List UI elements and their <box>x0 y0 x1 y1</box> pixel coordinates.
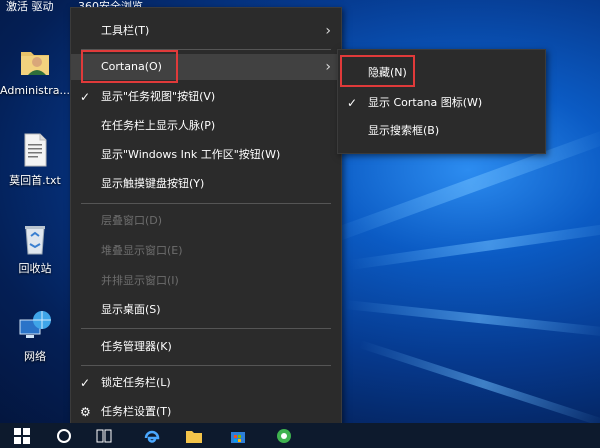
menu-item-label: 显示搜索框(B) <box>368 124 440 137</box>
desktop-label-driver[interactable]: 激活 驱动 <box>6 0 54 14</box>
folder-icon <box>186 430 202 443</box>
desktop-icon-user-folder[interactable]: Administra... <box>0 44 70 97</box>
menu-item-show-task-view-button[interactable]: ✓ 显示"任务视图"按钮(V) <box>71 84 341 110</box>
menu-item-lock-taskbar[interactable]: ✓ 锁定任务栏(L) <box>71 370 341 396</box>
taskbar-app-explorer[interactable] <box>180 423 208 448</box>
menu-item-show-people[interactable]: 在任务栏上显示人脉(P) <box>71 113 341 139</box>
menu-item-label: 显示触摸键盘按钮(Y) <box>101 177 205 190</box>
menu-item-label: 显示 Cortana 图标(W) <box>368 96 483 109</box>
desktop-icon-network[interactable]: 网络 <box>0 308 70 364</box>
task-view-icon <box>96 429 112 442</box>
menu-item-stack-windows: 堆叠显示窗口(E) <box>71 238 341 264</box>
menu-separator <box>81 203 331 204</box>
menu-item-label: 在任务栏上显示人脉(P) <box>101 119 216 132</box>
checkmark-icon: ✓ <box>80 376 91 390</box>
desktop-icon-label: Administra... <box>0 84 70 97</box>
start-button[interactable] <box>8 423 36 448</box>
task-view-button[interactable] <box>90 423 118 448</box>
desktop-icon-label: 回收站 <box>18 262 52 275</box>
menu-item-cascade-windows: 层叠窗口(D) <box>71 208 341 234</box>
chevron-right-icon: › <box>325 59 331 75</box>
chevron-right-icon: › <box>325 23 331 39</box>
annotation-highlight-hide <box>340 55 415 87</box>
menu-item-label: 工具栏(T) <box>101 24 150 37</box>
taskbar-app-360[interactable] <box>270 423 298 448</box>
cortana-circle-icon <box>57 428 71 443</box>
recycle-bin-icon <box>17 220 53 256</box>
menu-item-label: 显示桌面(S) <box>101 303 161 316</box>
wallpaper-light-beam <box>344 300 600 338</box>
desktop-icon-recycle-bin[interactable]: 回收站 <box>0 220 70 276</box>
checkmark-icon: ✓ <box>347 96 358 110</box>
desktop-icon-label: 网络 <box>24 350 46 363</box>
menu-item-task-manager[interactable]: 任务管理器(K) <box>71 334 341 360</box>
desktop-icon-label: 莫回首.txt <box>9 174 61 187</box>
menu-item-toolbars[interactable]: 工具栏(T) › <box>71 18 341 44</box>
menu-item-label: 显示"任务视图"按钮(V) <box>101 90 216 103</box>
edge-icon <box>144 430 160 443</box>
menu-item-side-by-side: 并排显示窗口(I) <box>71 268 341 294</box>
store-icon <box>231 431 245 443</box>
menu-item-show-windows-ink[interactable]: 显示"Windows Ink 工作区"按钮(W) <box>71 142 341 168</box>
menu-item-taskbar-settings[interactable]: ⚙ 任务栏设置(T) <box>71 399 341 425</box>
taskbar[interactable] <box>0 423 600 448</box>
gear-icon: ⚙ <box>80 405 91 419</box>
browser-360-icon <box>277 428 291 443</box>
menu-item-show-touch-keyboard[interactable]: 显示触摸键盘按钮(Y) <box>71 171 341 197</box>
wallpaper-light-beam <box>358 340 600 429</box>
menu-separator <box>81 328 331 329</box>
submenu-item-show-search-box[interactable]: 显示搜索框(B) <box>338 118 545 144</box>
cortana-button[interactable] <box>50 423 78 448</box>
taskbar-app-store[interactable] <box>224 423 252 448</box>
text-file-icon <box>17 132 53 168</box>
menu-item-label: 锁定任务栏(L) <box>101 376 171 389</box>
menu-item-show-desktop[interactable]: 显示桌面(S) <box>71 297 341 323</box>
menu-item-label: 并排显示窗口(I) <box>101 274 179 287</box>
desktop-icon-text-file[interactable]: 莫回首.txt <box>0 132 70 188</box>
windows-logo-icon <box>14 427 30 444</box>
menu-item-label: 任务栏设置(T) <box>101 405 172 418</box>
menu-item-label: 层叠窗口(D) <box>101 214 163 227</box>
user-folder-icon <box>17 44 53 80</box>
submenu-item-show-cortana-icon[interactable]: ✓ 显示 Cortana 图标(W) <box>338 90 545 116</box>
checkmark-icon: ✓ <box>80 90 91 104</box>
annotation-highlight-cortana <box>81 50 178 83</box>
menu-separator <box>81 365 331 366</box>
menu-item-label: 显示"Windows Ink 工作区"按钮(W) <box>101 148 281 161</box>
menu-item-label: 堆叠显示窗口(E) <box>101 244 183 257</box>
network-icon <box>17 308 53 344</box>
wallpaper-light-beam <box>349 221 600 270</box>
menu-item-label: 任务管理器(K) <box>101 340 172 353</box>
taskbar-app-edge[interactable] <box>138 423 166 448</box>
